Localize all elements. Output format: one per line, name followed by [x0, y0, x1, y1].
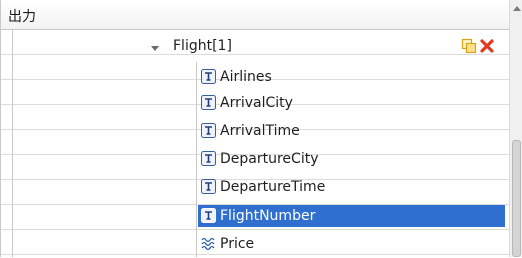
- scroll-up-icon[interactable]: [513, 6, 521, 11]
- field-label: FlightNumber: [220, 208, 316, 224]
- text-field-icon: [201, 95, 216, 110]
- numeric-field-icon: [201, 236, 216, 251]
- text-field-icon: [201, 151, 216, 166]
- chevron-down-icon[interactable]: [151, 46, 159, 51]
- tree-field-arrivalcity[interactable]: ArrivalCity: [198, 92, 505, 114]
- tree-root-label[interactable]: Flight[1]: [173, 38, 232, 54]
- text-field-icon: [201, 208, 216, 223]
- text-field-icon: [201, 123, 216, 138]
- panel-header: 出力: [1, 0, 509, 30]
- vertical-scrollbar[interactable]: [509, 0, 522, 257]
- scroll-thumb[interactable]: [512, 140, 521, 257]
- text-field-icon: [201, 179, 216, 194]
- panel-title: 出力: [8, 9, 36, 25]
- output-panel: 出力 Flight[1] Airlines ArrivalCity Arriva…: [0, 0, 522, 257]
- field-label: DepartureCity: [220, 151, 319, 167]
- tree-field-arrivaltime[interactable]: ArrivalTime: [198, 120, 505, 142]
- tree-field-price[interactable]: Price: [198, 233, 505, 255]
- field-label: Airlines: [220, 69, 272, 85]
- tree-field-departurecity[interactable]: DepartureCity: [198, 148, 505, 170]
- field-label: DepartureTime: [220, 179, 326, 195]
- field-label: ArrivalTime: [220, 123, 300, 139]
- tree-field-departuretime[interactable]: DepartureTime: [198, 176, 505, 198]
- field-label: Price: [220, 236, 255, 252]
- text-field-icon: [201, 69, 216, 84]
- field-label: ArrivalCity: [220, 95, 293, 111]
- delete-icon[interactable]: [479, 38, 495, 54]
- column-divider: [12, 30, 13, 257]
- tree-field-airlines[interactable]: Airlines: [198, 66, 505, 88]
- grid-row: [1, 30, 509, 55]
- column-divider: [196, 62, 197, 257]
- copy-icon[interactable]: [461, 38, 477, 54]
- tree-field-flightnumber[interactable]: FlightNumber: [198, 205, 505, 227]
